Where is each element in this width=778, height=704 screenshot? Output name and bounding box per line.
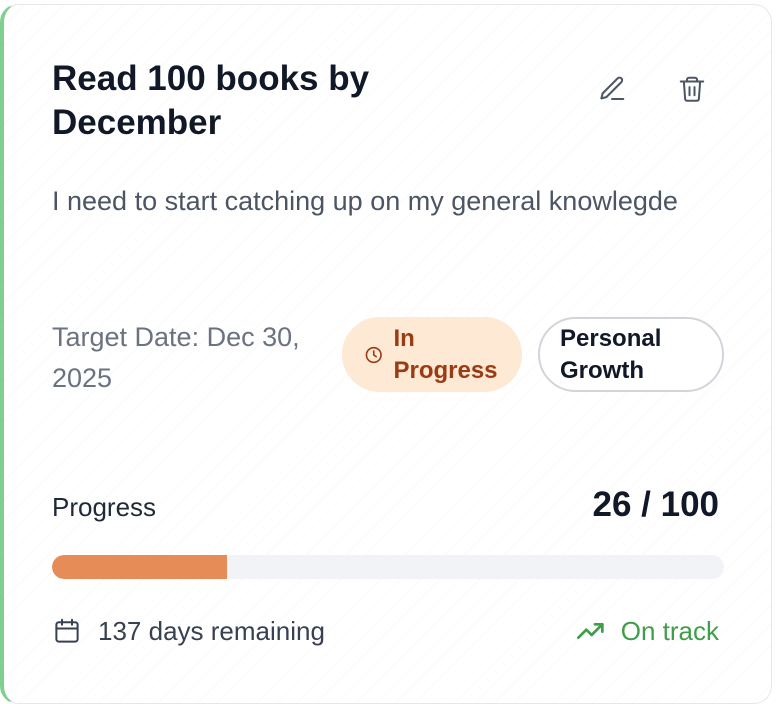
category-label: Personal Growth [560,324,662,384]
progress-label: Progress [52,492,157,522]
progress-bar [52,555,724,579]
progress-bar-fill [52,555,227,579]
trash-icon [679,76,705,102]
days-remaining: 137 days remaining [52,613,325,649]
track-status-label: On track [620,616,719,646]
progress-count: 26 / 100 [592,485,720,524]
goal-title: Read 100 books by December [52,59,370,142]
delete-button[interactable] [672,69,712,109]
goal-description: I need to start catching up on my genera… [52,186,678,216]
trending-up-icon [576,623,604,639]
edit-button[interactable] [592,69,632,109]
goal-card: Read 100 books by December I need to sta… [0,4,772,704]
pencil-icon [600,76,625,100]
status-label: In Progress [393,324,498,384]
category-badge: Personal Growth [538,317,724,392]
calendar-icon [55,618,79,643]
clock-icon [365,346,382,363]
days-remaining-label: 137 days remaining [98,616,325,646]
status-badge: In Progress [342,317,522,392]
target-date: Target Date: Dec 30, 2025 [52,322,300,393]
track-status: On track [575,613,719,649]
